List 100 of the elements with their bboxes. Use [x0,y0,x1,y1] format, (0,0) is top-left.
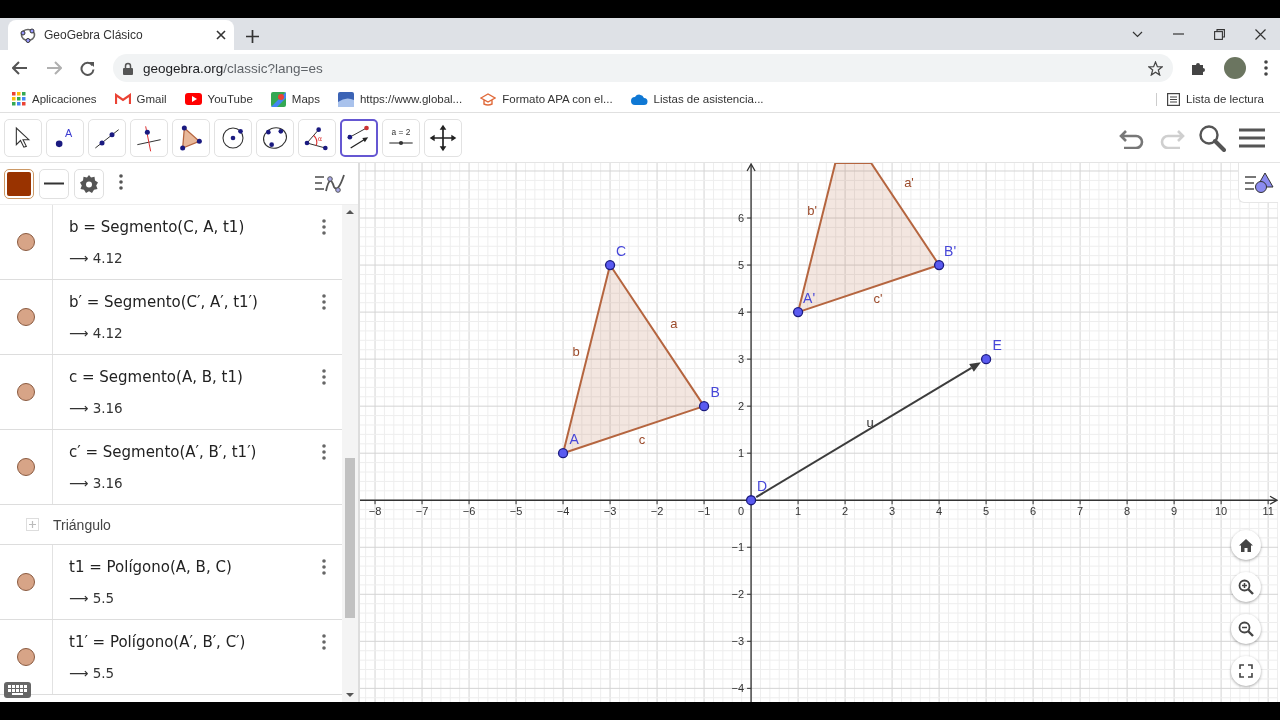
conic-tool[interactable] [256,118,294,157]
axis-label: −3 [603,505,617,518]
line-icon [44,182,64,185]
axis-label: −8 [368,505,382,518]
circle-tool[interactable] [214,118,252,157]
graph-toggle-icon[interactable] [314,172,346,195]
puzzle-icon[interactable] [1191,60,1206,76]
axis-label: 2 [842,505,849,518]
shapes-icon [1243,171,1274,194]
algebra-expression[interactable]: b = Segmento(C, A, t1) [69,218,306,236]
search-button[interactable] [1198,123,1226,152]
visibility-toggle[interactable] [17,308,35,326]
segment-label: c' [873,291,883,306]
algebra-expression[interactable]: t1 = Polígono(A, B, C) [69,558,306,576]
axis-label: −5 [509,505,523,518]
bookmark-link[interactable]: Aplicaciones [12,92,101,106]
bookmark-link[interactable]: Gmail [114,93,171,105]
star-icon[interactable] [1148,60,1163,76]
pointer-tool[interactable] [4,118,42,157]
reload-icon[interactable] [80,60,95,76]
browser-tab[interactable]: GeoGebra Clásico [8,20,234,50]
settings-button[interactable] [74,168,104,199]
axis-label: 6 [737,212,745,225]
address-bar[interactable]: geogebra.org/classic?lang=es [113,54,1173,82]
point [557,448,569,459]
group-label[interactable]: Triángulo [53,516,111,533]
more-icon[interactable] [322,634,326,650]
play-icon [184,93,202,105]
more-icon[interactable] [322,444,326,460]
close-icon[interactable] [216,30,226,40]
more-icon[interactable] [322,294,326,310]
axis-label: 8 [1124,505,1131,518]
axis-label: 5 [737,259,745,272]
bookmark-link[interactable]: Maps [270,91,324,107]
algebra-expression[interactable]: c = Segmento(A, B, t1) [69,368,306,386]
segment-label: a [670,315,678,331]
segment-label: c [638,432,646,448]
list-icon [1167,92,1180,106]
algebra-value: ⟶ 5.5 [69,590,116,606]
color-swatch[interactable] [4,168,34,199]
algebra-expression[interactable]: c′ = Segmento(A′, B′, t1′) [69,443,306,461]
more-icon[interactable] [119,173,123,190]
style-bar-toggle[interactable] [1238,163,1278,203]
reading-list-link[interactable]: Lista de lectura [1156,92,1268,106]
axis-label: 11 [1262,505,1274,518]
zoom-in-icon [1238,579,1254,595]
point [604,259,616,271]
keyboard-button[interactable] [4,682,31,698]
home-button[interactable] [1231,530,1261,560]
algebra-value: ⟶ 3.16 [69,475,124,491]
bookmark-link[interactable]: Formato APA con el... [480,92,617,106]
visibility-toggle[interactable] [17,233,35,251]
axis-label: 4 [936,505,943,518]
graduation-cap-icon [480,92,497,106]
algebra-expression[interactable]: t1′ = Polígono(A′, B′, C′) [69,633,306,651]
bookmark-link[interactable]: https://www.global... [337,91,467,107]
visibility-toggle[interactable] [17,383,35,401]
close-icon[interactable] [1255,28,1266,40]
axis-label: 9 [1171,505,1178,518]
zoom-in-button[interactable] [1231,572,1261,602]
axis-label: −3 [731,635,745,648]
line-style-button[interactable] [39,168,69,199]
fullscreen-icon [1239,664,1253,678]
point-label: C [616,243,627,260]
line-tool[interactable] [88,118,126,157]
menu-button[interactable] [1238,126,1266,149]
fullscreen-button[interactable] [1231,656,1261,686]
cloud-icon [630,93,648,105]
back-icon[interactable] [12,61,28,75]
visibility-toggle[interactable] [17,648,35,666]
zoom-out-button[interactable] [1231,614,1261,644]
more-icon[interactable] [322,219,326,235]
point [792,306,804,318]
lock-icon [123,61,133,75]
perpendicular-tool[interactable] [130,118,168,157]
bookmark-link[interactable]: YouTube [184,93,257,105]
point [980,354,992,365]
bookmark-link[interactable]: Listas de asistencia... [630,93,768,105]
move-view-tool[interactable] [424,118,462,157]
visibility-toggle[interactable] [17,458,35,476]
mail-icon [114,93,131,105]
new-tab-button[interactable] [246,30,259,43]
more-icon[interactable] [1264,60,1268,76]
algebra-expression[interactable]: b′ = Segmento(C′, A′, t1′) [69,293,306,311]
point-label: D [757,478,768,495]
scrollbar-thumb[interactable] [345,458,355,618]
visibility-toggle[interactable] [17,573,35,591]
algebra-value: ⟶ 4.12 [69,325,124,341]
more-icon[interactable] [322,369,326,385]
axis-label: 10 [1215,505,1228,518]
more-icon[interactable] [322,559,326,575]
restore-icon[interactable] [1214,28,1225,40]
vector-tool[interactable] [340,118,378,157]
avatar-icon[interactable] [1224,57,1246,79]
point [745,495,757,506]
segment-label: b' [807,203,818,219]
axis-label: 3 [889,505,896,518]
home-icon [1239,538,1253,552]
chevron-icon[interactable] [1132,30,1143,38]
polygon-tool[interactable] [172,118,210,157]
